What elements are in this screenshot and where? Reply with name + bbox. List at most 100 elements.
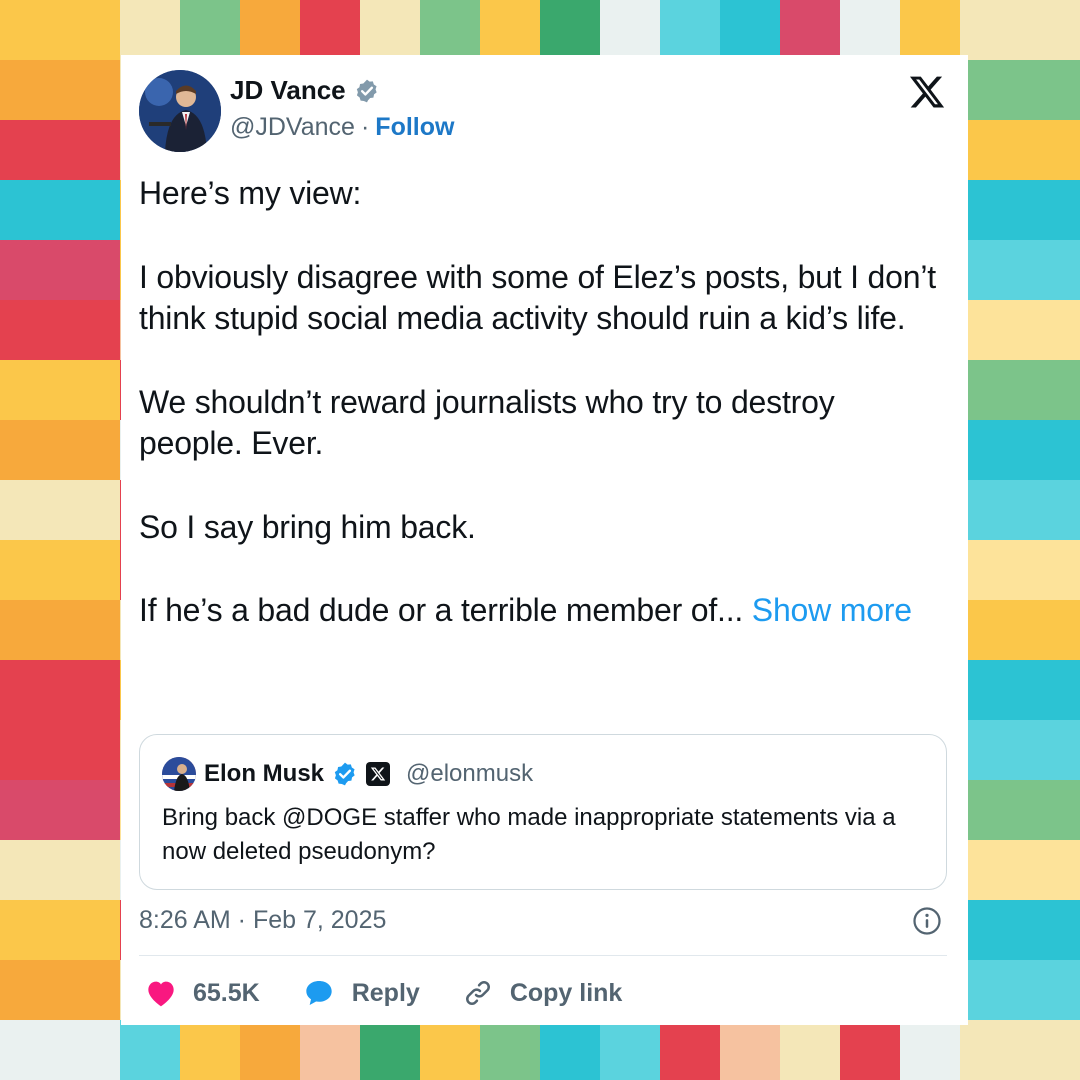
mosaic-tile xyxy=(240,0,300,60)
mosaic-tile xyxy=(960,480,1020,540)
mosaic-tile xyxy=(1020,0,1080,60)
quoted-author-avatar[interactable] xyxy=(162,757,196,791)
mosaic-tile xyxy=(0,480,60,540)
mosaic-tile xyxy=(60,540,120,600)
mosaic-tile xyxy=(60,480,120,540)
mosaic-tile xyxy=(0,720,60,780)
quoted-tweet-text: Bring back @DOGE staffer who made inappr… xyxy=(162,804,896,865)
mosaic-tile xyxy=(420,0,480,60)
tweet-paragraph: Here’s my view: xyxy=(139,175,362,211)
mosaic-tile xyxy=(600,0,660,60)
x-affiliate-badge-icon xyxy=(366,762,391,786)
tweet-timestamp[interactable]: 8:26 AM · Feb 7, 2025 xyxy=(139,906,386,935)
mosaic-tile xyxy=(60,840,120,900)
mosaic-tile xyxy=(0,0,60,60)
mosaic-tile xyxy=(480,0,540,60)
mosaic-tile xyxy=(1020,300,1080,360)
mosaic-tile xyxy=(1020,240,1080,300)
quoted-author-name[interactable]: Elon Musk xyxy=(204,760,324,788)
mosaic-tile xyxy=(960,780,1020,840)
x-logo-icon[interactable] xyxy=(908,73,946,111)
mosaic-tile xyxy=(660,0,720,60)
mosaic-tile xyxy=(120,1020,180,1080)
mosaic-tile xyxy=(660,1020,720,1080)
mosaic-tile xyxy=(960,840,1020,900)
mosaic-tile xyxy=(180,1020,240,1080)
mosaic-tile xyxy=(60,120,120,180)
mosaic-tile xyxy=(1020,840,1080,900)
mosaic-tile xyxy=(60,60,120,120)
mosaic-tile xyxy=(960,300,1020,360)
follow-button[interactable]: Follow xyxy=(375,113,454,142)
mosaic-tile xyxy=(960,1020,1020,1080)
mosaic-tile xyxy=(60,240,120,300)
mosaic-tile xyxy=(0,300,60,360)
mosaic-tile xyxy=(540,0,600,60)
truncated-text: If he’s a bad dude or a terrible member … xyxy=(139,592,744,628)
info-icon[interactable] xyxy=(912,906,942,936)
author-avatar[interactable] xyxy=(139,70,221,152)
mosaic-tile xyxy=(1020,660,1080,720)
mosaic-tile xyxy=(840,1020,900,1080)
mosaic-tile xyxy=(960,420,1020,480)
like-button[interactable]: 65.5K xyxy=(145,978,260,1008)
mosaic-tile xyxy=(60,360,120,420)
mosaic-tile xyxy=(960,540,1020,600)
mosaic-tile xyxy=(240,1020,300,1080)
mosaic-tile xyxy=(1020,960,1080,1020)
mosaic-tile xyxy=(960,360,1020,420)
copy-link-button[interactable]: Copy link xyxy=(462,977,623,1009)
mosaic-tile xyxy=(60,180,120,240)
mosaic-tile xyxy=(1020,480,1080,540)
mosaic-tile xyxy=(0,1020,60,1080)
quoted-tweet-header: Elon Musk @elonmusk xyxy=(162,757,533,791)
reply-button[interactable]: Reply xyxy=(302,977,420,1009)
mosaic-tile xyxy=(960,0,1020,60)
mosaic-tile xyxy=(180,0,240,60)
mosaic-tile xyxy=(1020,120,1080,180)
tweet-paragraph-truncated: If he’s a bad dude or a terrible member … xyxy=(139,590,939,632)
tweet-card: JD Vance @JDVance · Follow Here’s my vie… xyxy=(121,55,968,1025)
mosaic-tile xyxy=(1020,360,1080,420)
mosaic-tile xyxy=(960,660,1020,720)
show-more-link[interactable]: Show more xyxy=(752,592,912,628)
mosaic-tile xyxy=(960,240,1020,300)
divider xyxy=(139,955,947,956)
mosaic-tile xyxy=(0,660,60,720)
mosaic-tile xyxy=(1020,180,1080,240)
mosaic-tile xyxy=(0,540,60,600)
mosaic-tile xyxy=(1020,780,1080,840)
action-bar: 65.5K Reply Copy link xyxy=(145,975,664,1011)
mosaic-tile xyxy=(60,0,120,60)
mosaic-tile xyxy=(0,240,60,300)
quoted-author-handle[interactable]: @elonmusk xyxy=(406,760,533,788)
mosaic-tile xyxy=(900,1020,960,1080)
mosaic-tile xyxy=(1020,540,1080,600)
copy-link-label: Copy link xyxy=(509,978,623,1007)
mosaic-tile xyxy=(840,0,900,60)
mosaic-tile xyxy=(1020,900,1080,960)
mosaic-tile xyxy=(960,960,1020,1020)
mosaic-tile xyxy=(1020,420,1080,480)
mosaic-tile xyxy=(0,780,60,840)
mosaic-tile xyxy=(0,180,60,240)
mosaic-tile xyxy=(60,600,120,660)
mosaic-tile xyxy=(480,1020,540,1080)
mosaic-tile xyxy=(60,420,120,480)
author-handle-row: @JDVance · Follow xyxy=(230,113,454,142)
mosaic-tile xyxy=(0,120,60,180)
mosaic-tile xyxy=(0,420,60,480)
quoted-tweet[interactable]: Elon Musk @elonmusk Bring back @DOGE sta… xyxy=(139,734,947,890)
mosaic-tile xyxy=(60,660,120,720)
mosaic-tile xyxy=(960,720,1020,780)
mosaic-tile xyxy=(1020,60,1080,120)
mosaic-tile xyxy=(60,720,120,780)
separator-dot: · xyxy=(360,113,370,141)
author-handle[interactable]: @JDVance xyxy=(230,113,355,142)
mosaic-tile xyxy=(1020,720,1080,780)
author-name[interactable]: JD Vance xyxy=(230,75,346,106)
mosaic-tile xyxy=(960,600,1020,660)
mosaic-tile xyxy=(120,0,180,60)
tweet-body: Here’s my view: I obviously disagree wit… xyxy=(139,173,939,632)
mosaic-tile xyxy=(960,60,1020,120)
